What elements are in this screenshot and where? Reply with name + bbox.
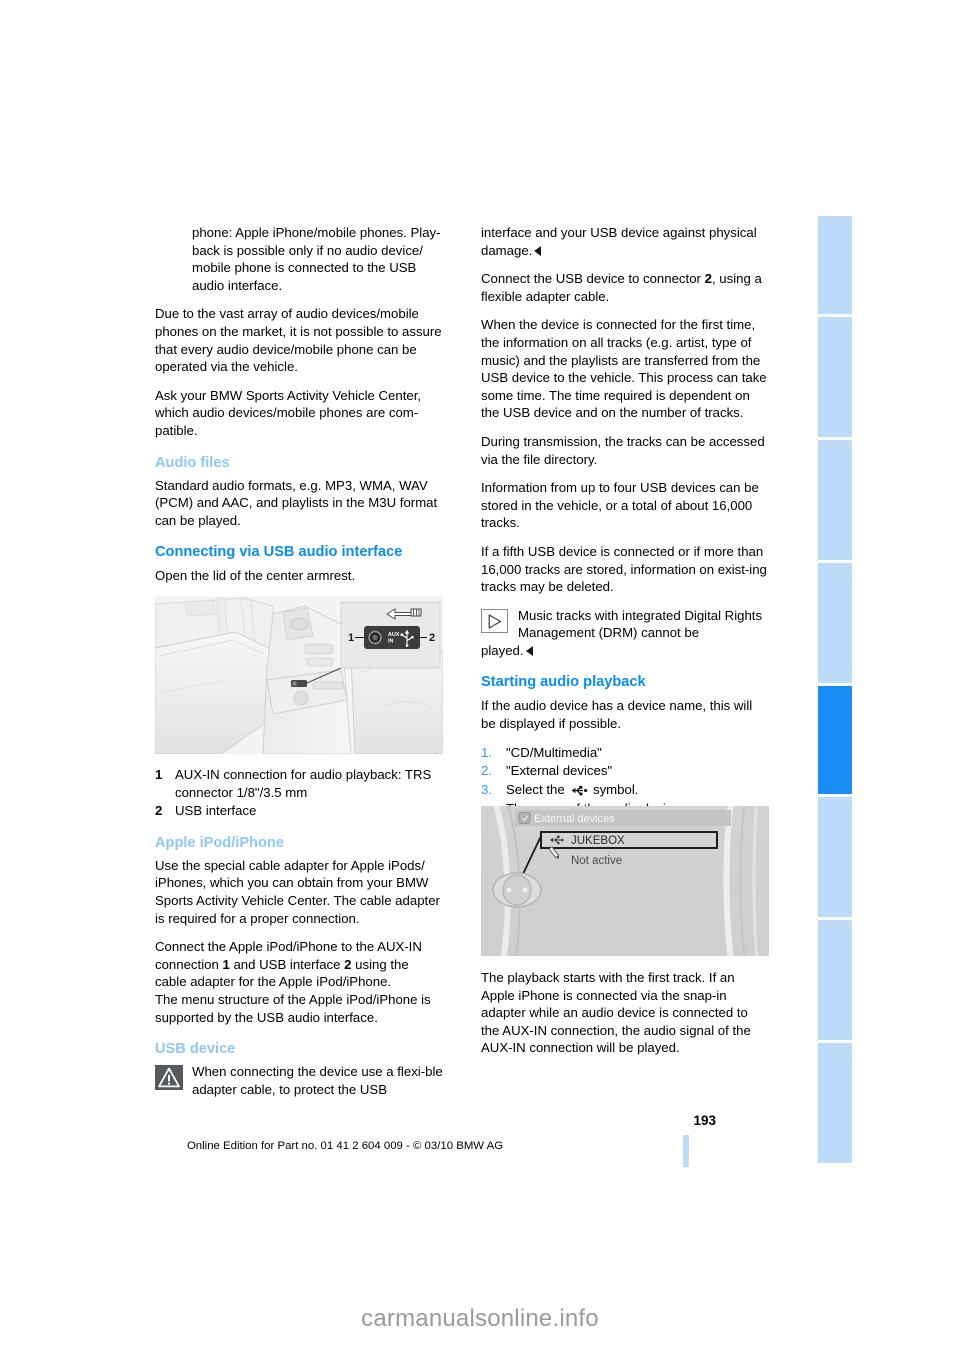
legend-number-1: 1 bbox=[155, 767, 163, 782]
paragraph-apple-3: The menu structure of the Apple iPod/iPh… bbox=[155, 991, 431, 1025]
paragraph-vast-array-2: Ask your BMW Sports Activity Vehicle Cen… bbox=[155, 387, 422, 438]
paragraph-device-name: If the audio device has a device name, t… bbox=[481, 698, 753, 732]
heading-audio-files: Audio files bbox=[155, 454, 230, 471]
figure-code: WCK0105 bbox=[434, 752, 440, 754]
step-3-before: Select the bbox=[506, 781, 569, 797]
warning-triangle-icon bbox=[155, 1065, 183, 1091]
right-text-column: interface and your USB device against ph… bbox=[481, 224, 769, 819]
note-block-drm: Music tracks with integrated Digital Rig… bbox=[481, 607, 769, 660]
step-item-1[interactable]: 1. "CD/Multimedia" bbox=[481, 744, 769, 762]
paragraph-vast-array-1: Due to the vast array of audio devices/m… bbox=[155, 306, 442, 375]
legend-number-2: 2 bbox=[155, 803, 163, 819]
step-item-2[interactable]: 2. "External devices" bbox=[481, 762, 769, 780]
note-icon bbox=[481, 608, 509, 634]
tab-label-controls: Controls bbox=[806, 379, 818, 428]
paragraph-playback-starts: The playback starts with the first track… bbox=[481, 970, 751, 1056]
tab-navigation[interactable]: Navigation bbox=[806, 563, 852, 683]
heading-apple-ipod-iphone: Apple iPod/iPhone bbox=[155, 834, 284, 851]
legend-text-1: AUX-IN connection for audio playback: TR… bbox=[175, 767, 432, 800]
left-text-column-lower: 1 AUX-IN connection for audio playback: … bbox=[155, 766, 443, 1108]
paragraph-fifth-device: If a fifth USB device is connected or if… bbox=[481, 543, 767, 595]
usb-symbol-icon bbox=[569, 783, 588, 801]
heading-starting-audio-playback: Starting audio playback bbox=[481, 674, 646, 691]
heading-connecting-usb: Connecting via USB audio interface bbox=[155, 544, 403, 561]
source-watermark: carmanualsonline.info bbox=[361, 1305, 599, 1332]
left-text-column: phone: Apple iPhone/mobile phones. Play-… bbox=[155, 224, 443, 596]
tab-entertainment[interactable]: Entertainment bbox=[806, 686, 852, 794]
tab-label-entertainment: Entertainment bbox=[806, 705, 818, 785]
paragraph-connect-usb: Connect the USB device to connector 2, u… bbox=[481, 270, 769, 305]
idrive-not-active-label: Not active bbox=[571, 855, 622, 867]
step-text-1: "CD/Multimedia" bbox=[506, 744, 602, 760]
tab-label-communications: Communications bbox=[806, 811, 818, 908]
footer-imprint: Online Edition for Part no. 01 41 2 604 … bbox=[186, 1140, 504, 1152]
step-number-2: 2. bbox=[481, 763, 492, 779]
panel-label-in: IN bbox=[388, 639, 393, 645]
heading-usb-device: USB device bbox=[155, 1041, 236, 1058]
tab-communications[interactable]: Communications bbox=[806, 797, 852, 917]
tab-label-navigation: Navigation bbox=[806, 613, 818, 674]
paragraph-open-lid: Open the lid of the center armrest. bbox=[155, 568, 356, 584]
warning-cont-text: interface and your USB device against ph… bbox=[481, 225, 757, 258]
end-of-note-marker-1 bbox=[534, 245, 542, 256]
paragraph-first-time: When the device is connected for the fir… bbox=[481, 317, 767, 421]
tab-driving-tips[interactable]: Driving tips bbox=[806, 440, 852, 560]
section-index-tabs: At a glance Controls Driving tips Naviga… bbox=[806, 216, 852, 1163]
idrive-title-bar: External devices bbox=[515, 810, 731, 826]
end-of-note-marker-2 bbox=[525, 645, 533, 656]
step-text-2: "External devices" bbox=[506, 763, 613, 779]
legend-text-2: USB interface bbox=[175, 803, 257, 819]
tab-label-driving-tips: Driving tips bbox=[806, 485, 818, 551]
tab-label-reference: Reference bbox=[806, 1096, 818, 1154]
paragraph-information-four-devices: Information from up to four USB devices … bbox=[481, 480, 759, 531]
paragraph-audio-files: Standard audio formats, e.g. MP3, WMA, W… bbox=[155, 477, 438, 528]
figure-idrive-external-devices: External devices JUKEBOX Not active bbox=[481, 806, 769, 956]
inline-ref-2: 2 bbox=[344, 956, 352, 972]
paragraph-apple-1: Use the special cable adapter for Apple … bbox=[155, 857, 440, 926]
tab-reference[interactable]: Reference bbox=[806, 1043, 852, 1163]
legend-item-2: 2 USB interface bbox=[155, 802, 443, 820]
figure-callout-1: 1 bbox=[348, 632, 354, 644]
idrive-title-text: External devices bbox=[534, 813, 615, 825]
apple-2-seg-c: and USB interface bbox=[229, 956, 345, 972]
figure-callout-2: 2 bbox=[429, 632, 435, 644]
warning-text: When connecting the device use a flexi-b… bbox=[192, 1064, 443, 1097]
paragraph-during-transmission: During transmission, the tracks can be a… bbox=[481, 433, 765, 467]
inline-ref-1: 1 bbox=[222, 956, 230, 972]
paragraph-continued: phone: Apple iPhone/mobile phones. Play-… bbox=[192, 225, 441, 293]
tab-at-a-glance[interactable]: At a glance bbox=[806, 216, 852, 314]
panel-label-aux: AUX bbox=[388, 632, 400, 638]
idrive-selected-label: JUKEBOX bbox=[571, 835, 625, 847]
tab-mobility[interactable]: Mobility bbox=[806, 920, 852, 1040]
idrive-screen-drawing: External devices JUKEBOX Not active bbox=[481, 806, 769, 956]
note-text-drm-overflow: played. bbox=[481, 642, 769, 660]
tab-label-at-a-glance: At a glance bbox=[806, 241, 818, 305]
manual-page: phone: Apple iPhone/mobile phones. Play-… bbox=[0, 0, 960, 1358]
idrive-row-selected[interactable]: JUKEBOX bbox=[540, 831, 718, 849]
paragraph-apple-2: Connect the Apple iPod/iPhone to the AUX… bbox=[155, 938, 443, 991]
tab-controls[interactable]: Controls bbox=[806, 317, 852, 437]
paragraph-warning-continued: interface and your USB device against ph… bbox=[481, 224, 769, 259]
figure-center-armrest-connectors: AUX IN 1 2 WCK0105 bbox=[155, 596, 443, 754]
step-number-1: 1. bbox=[481, 744, 492, 760]
connect-seg-a: Connect the USB device to connector bbox=[481, 271, 705, 287]
warning-block: When connecting the device use a flexi-b… bbox=[155, 1063, 443, 1098]
page-number: 193 bbox=[693, 1113, 716, 1128]
tab-label-mobility: Mobility bbox=[806, 985, 818, 1031]
step-3-after: symbol. bbox=[589, 781, 639, 797]
inline-ref-connector-2: 2 bbox=[704, 271, 712, 287]
note-text-drm: Music tracks with integrated Digital Rig… bbox=[518, 607, 763, 641]
console-line-drawing: AUX IN 1 2 bbox=[155, 596, 443, 754]
right-text-column-lower: The playback starts with the first track… bbox=[481, 969, 769, 1068]
legend-item-1: 1 AUX-IN connection for audio playback: … bbox=[155, 766, 443, 801]
